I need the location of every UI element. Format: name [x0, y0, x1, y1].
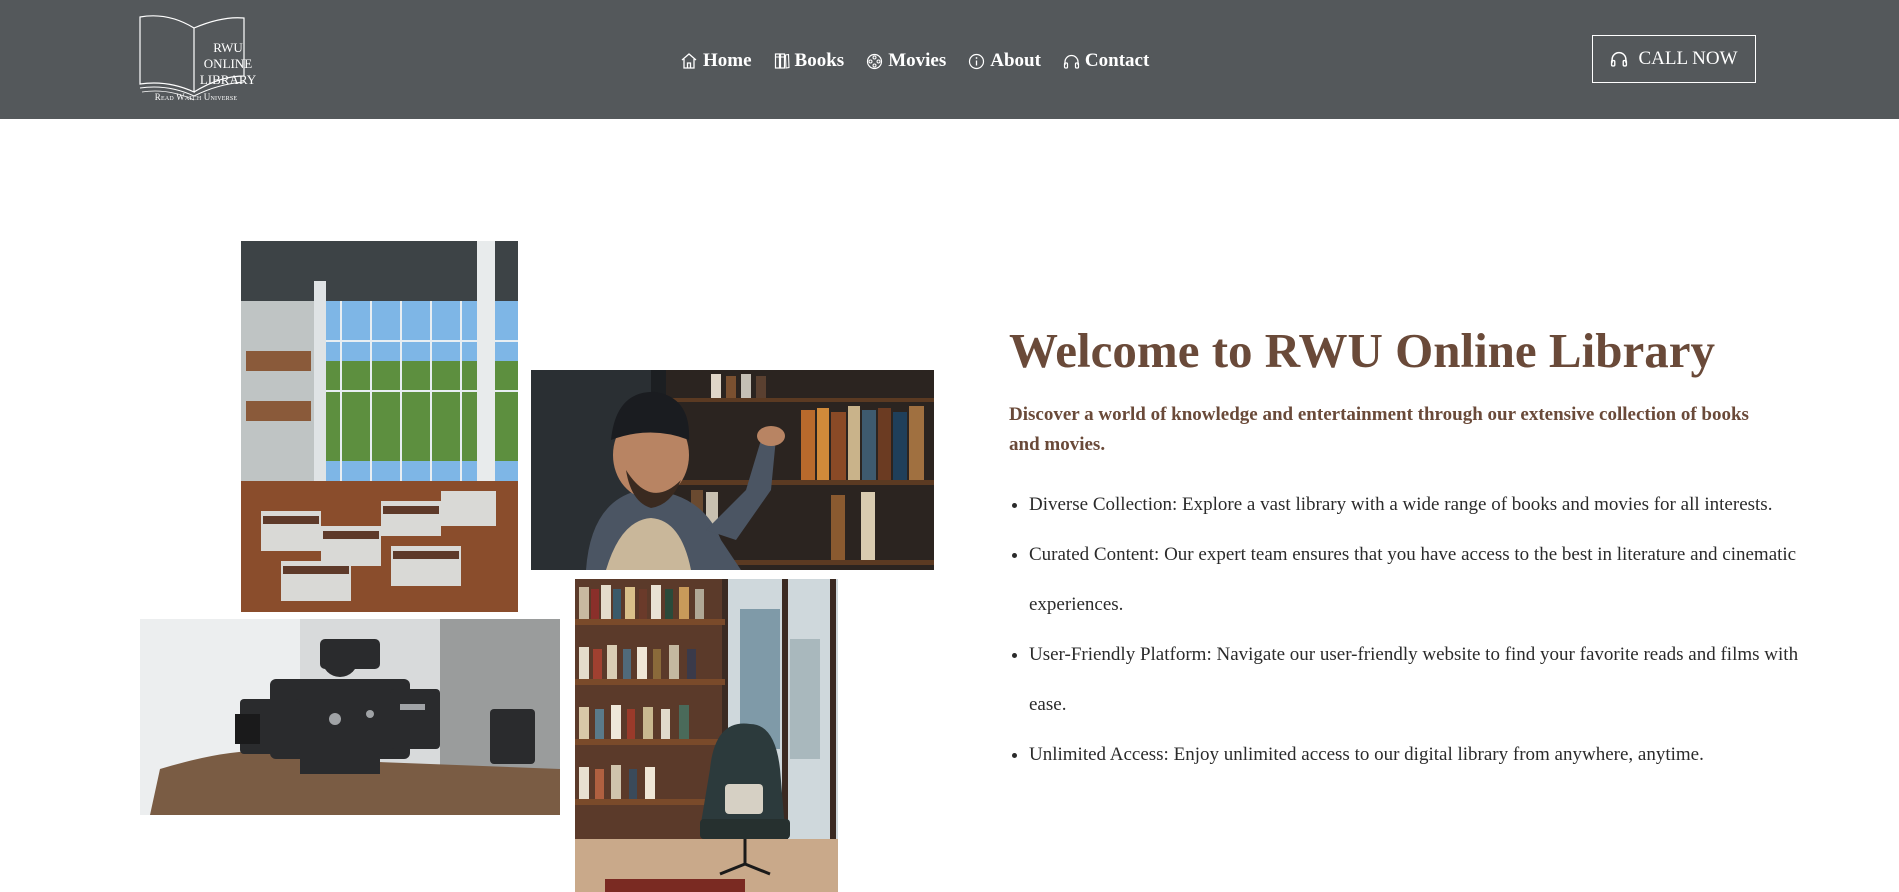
list-item: Unlimited Access: Enjoy unlimited access… — [1029, 730, 1799, 780]
nav-label: Books — [794, 50, 845, 71]
nav-label: Contact — [1084, 50, 1150, 71]
main-nav: Home Books Movies About Contact — [680, 46, 1149, 76]
list-item: Diverse Collection: Explore a vast libra… — [1029, 480, 1799, 530]
site-logo[interactable]: RWU ONLINE LIBRARY Read Watch Universe — [138, 14, 264, 106]
nav-item-movies[interactable]: Movies — [866, 50, 946, 72]
nav-item-books[interactable]: Books — [774, 50, 845, 72]
call-now-label: CALL NOW — [1638, 48, 1738, 69]
call-now-button[interactable]: CALL NOW — [1592, 35, 1756, 83]
cinema-camera-photo — [140, 619, 560, 815]
home-icon — [681, 53, 697, 69]
page-title: Welcome to RWU Online Library — [1009, 323, 1715, 378]
nav-label: About — [990, 50, 1041, 71]
list-item: Curated Content: Our expert team ensures… — [1029, 530, 1799, 630]
logo-line: LIBRARY — [199, 72, 257, 87]
nav-label: Home — [703, 50, 752, 71]
site-header: RWU ONLINE LIBRARY Read Watch Universe H… — [0, 0, 1899, 119]
books-icon — [774, 53, 790, 69]
headphones-icon — [1611, 51, 1628, 67]
nav-item-home[interactable]: Home — [680, 50, 752, 72]
nav-item-contact[interactable]: Contact — [1063, 50, 1149, 72]
bookshelf-armchair-photo — [575, 579, 838, 892]
nav-label: Movies — [888, 50, 947, 71]
logo-line: ONLINE — [203, 56, 253, 71]
man-browsing-bookshelf-photo — [531, 370, 934, 570]
library-interior-photo — [241, 241, 518, 612]
logo-wordmark: RWU ONLINE LIBRARY — [198, 40, 258, 88]
film-reel-icon — [867, 53, 883, 69]
feature-list: Diverse Collection: Explore a vast libra… — [1009, 480, 1799, 780]
list-item: User-Friendly Platform: Navigate our use… — [1029, 630, 1799, 730]
logo-tagline: Read Watch Universe — [154, 92, 238, 102]
info-icon — [969, 53, 985, 69]
logo-line: RWU — [213, 40, 243, 55]
hero-subtitle: Discover a world of knowledge and entert… — [1009, 404, 1749, 455]
nav-item-about[interactable]: About — [968, 50, 1041, 72]
headphones-icon — [1063, 54, 1080, 69]
